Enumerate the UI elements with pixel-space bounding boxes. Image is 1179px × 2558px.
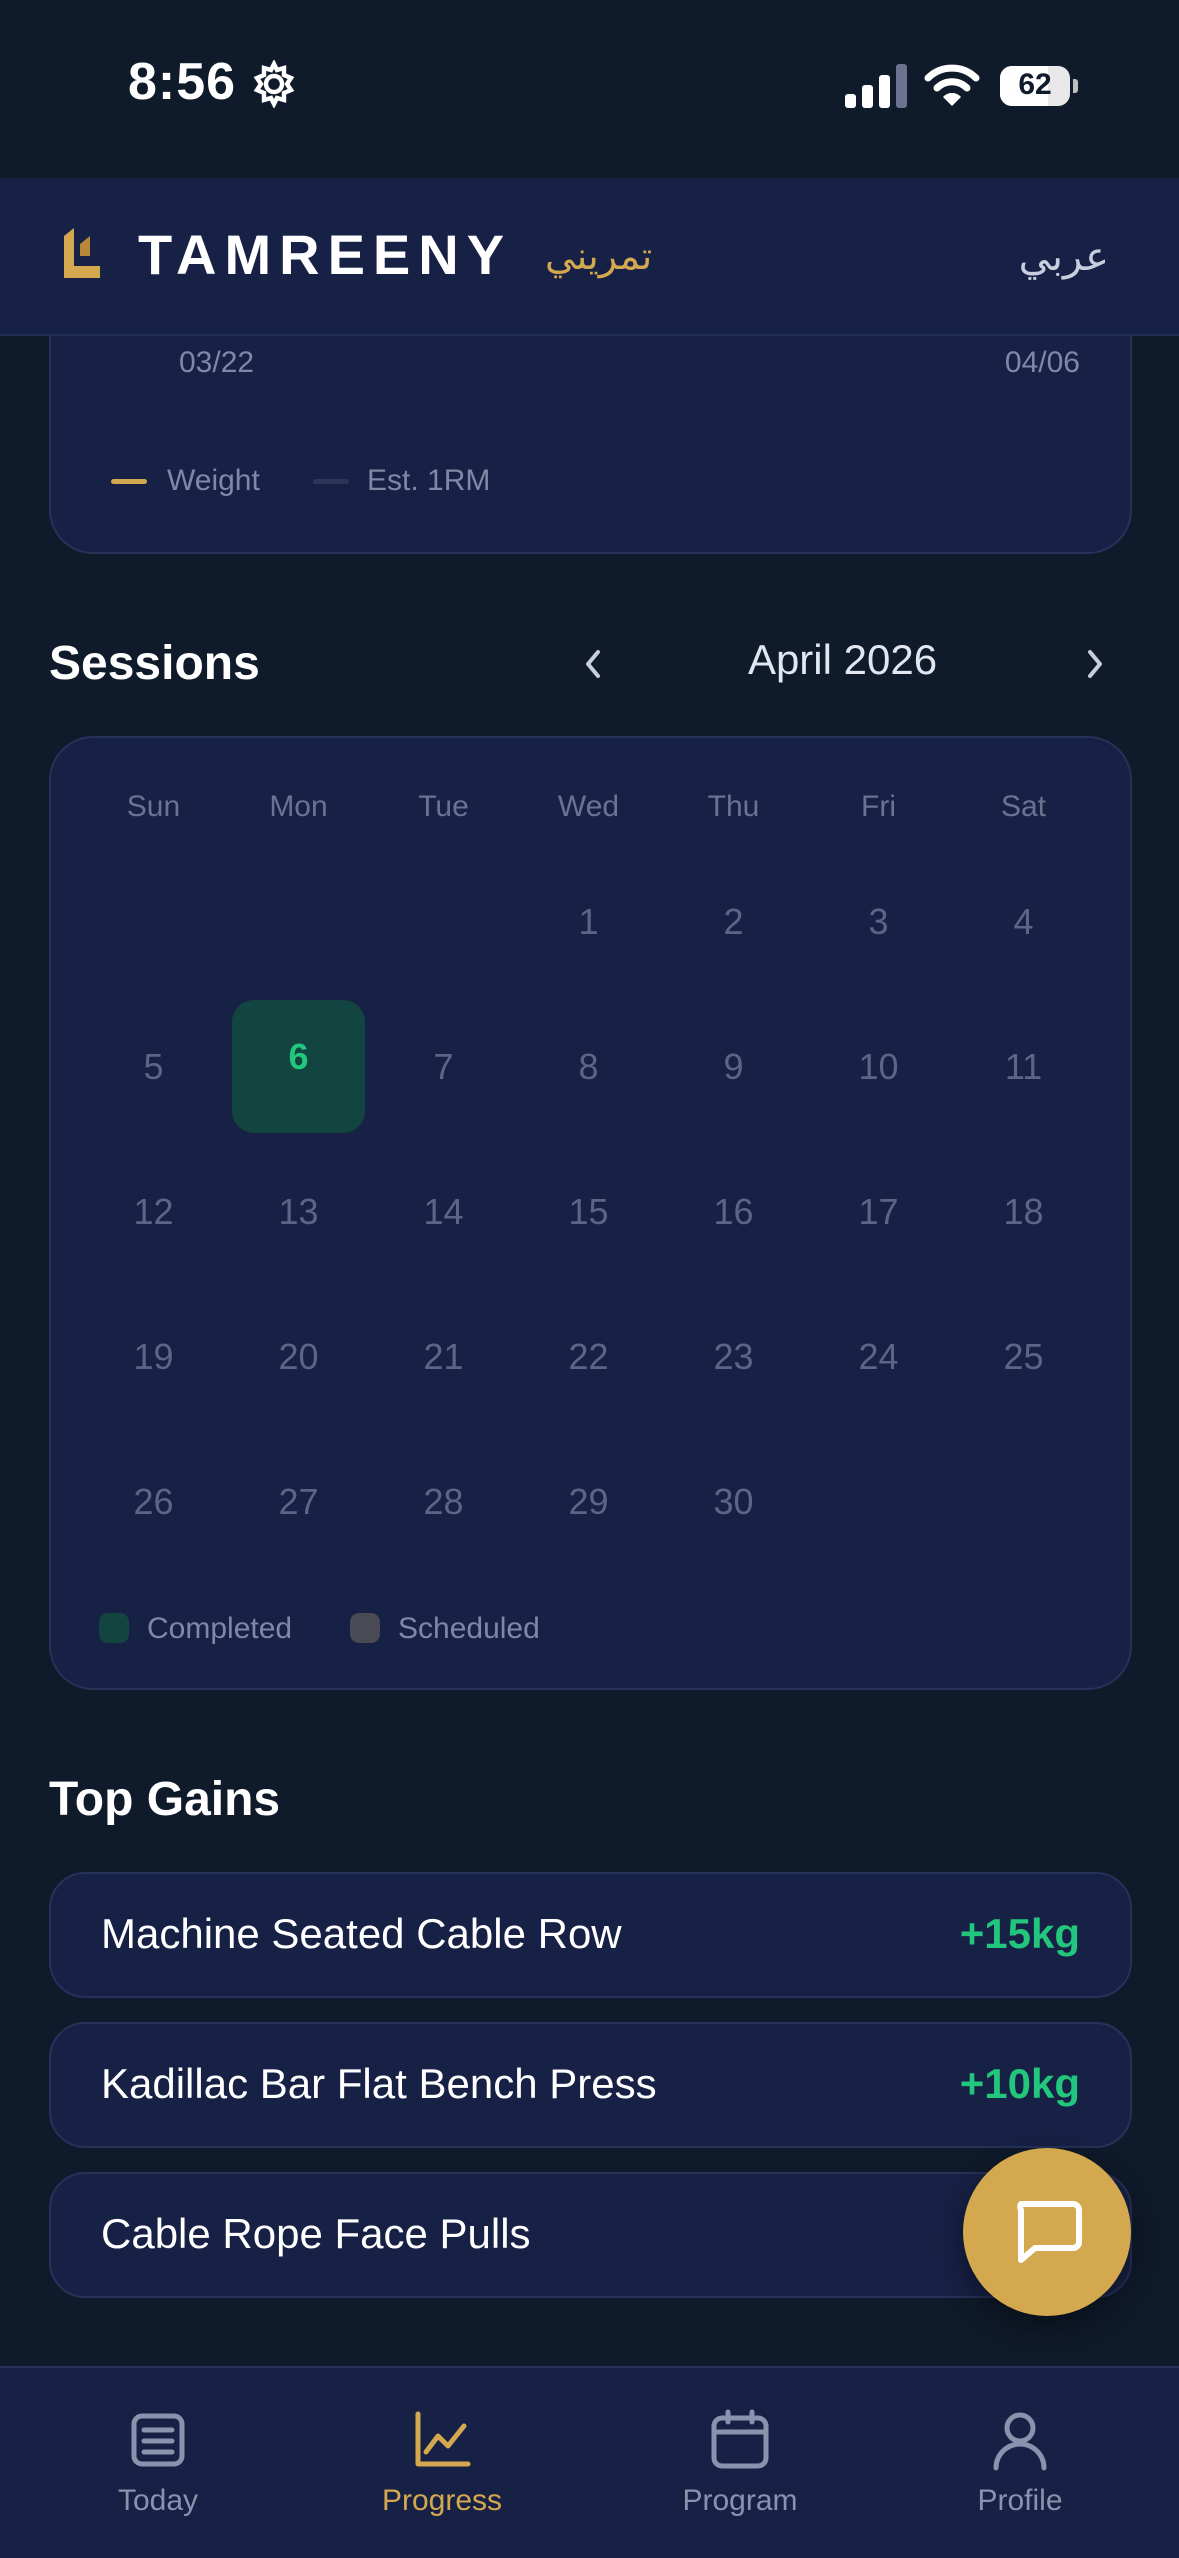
calendar-day[interactable]: 19 [81, 1327, 226, 1387]
calendar-day[interactable]: 20 [226, 1327, 371, 1387]
calendar-day[interactable]: 18 [951, 1182, 1096, 1242]
user-profile-icon [993, 2412, 1047, 2471]
bottom-navigation: Today Progress Program Profile [0, 2366, 1179, 2558]
calendar-day[interactable]: 21 [371, 1327, 516, 1387]
status-bar: 8:56 62 [0, 0, 1179, 178]
wifi-icon [924, 64, 980, 106]
today-list-icon [131, 2413, 185, 2467]
settings-gear-icon [253, 60, 295, 108]
status-time: 8:56 [128, 53, 237, 111]
calendar-day[interactable]: 30 [661, 1472, 806, 1532]
chevron-right-icon[interactable] [1080, 644, 1110, 684]
calendar-day[interactable]: 11 [951, 1037, 1096, 1097]
brand-name: TAMREENY [138, 223, 513, 286]
weekday-sun: Sun [126, 790, 181, 823]
legend-weight: Weight [167, 464, 260, 497]
calendar-day[interactable]: 16 [661, 1182, 806, 1242]
nav-today[interactable]: Today [58, 2408, 258, 2518]
battery-level-text: 62 [1018, 68, 1052, 101]
nav-progress[interactable]: Progress [342, 2408, 542, 2518]
top-gains-title: Top Gains [49, 1773, 281, 1826]
nav-program[interactable]: Program [640, 2408, 840, 2518]
calendar-day[interactable]: 4 [951, 892, 1096, 952]
calendar-day[interactable]: 1 [516, 892, 661, 952]
nav-label: Profile [977, 2484, 1063, 2517]
chat-button[interactable] [963, 2148, 1131, 2316]
calendar-day[interactable]: 29 [516, 1472, 661, 1532]
calendar-day[interactable]: 13 [226, 1182, 371, 1242]
calendar-day[interactable]: 27 [226, 1472, 371, 1532]
top-gain-item[interactable]: Kadillac Bar Flat Bench Press +10kg [49, 2022, 1132, 2148]
legend-scheduled-swatch [350, 1613, 380, 1643]
nav-label: Progress [381, 2484, 503, 2517]
legend-est-1rm: Est. 1RM [367, 464, 491, 497]
nav-label: Program [682, 2484, 798, 2517]
nav-label: Today [117, 2484, 199, 2517]
calendar-day-completed[interactable]: 6 [232, 1036, 365, 1078]
calendar-day[interactable]: 23 [661, 1327, 806, 1387]
brand-name-arabic: تمريني [545, 236, 653, 278]
calendar-day[interactable]: 14 [371, 1182, 516, 1242]
calendar-day[interactable]: 12 [81, 1182, 226, 1242]
weekday-fri: Fri [861, 790, 896, 823]
chart-x-start-label: 03/22 [179, 346, 255, 379]
calendar-day[interactable]: 10 [806, 1037, 951, 1097]
calendar-day[interactable]: 22 [516, 1327, 661, 1387]
calendar-day[interactable]: 3 [806, 892, 951, 952]
chevron-left-icon[interactable] [578, 644, 608, 684]
gain-value: +10kg [959, 2060, 1080, 2107]
weekday-thu: Thu [707, 790, 760, 823]
language-toggle[interactable]: عربي [1019, 234, 1109, 280]
exercise-name: Cable Rope Face Pulls [101, 2210, 531, 2257]
top-gain-item[interactable]: Machine Seated Cable Row +15kg [49, 1872, 1132, 1998]
calendar-day[interactable]: 5 [81, 1037, 226, 1097]
exercise-name: Kadillac Bar Flat Bench Press [101, 2060, 657, 2107]
chart-x-end-label: 04/06 [1004, 346, 1080, 379]
month-label: April 2026 [747, 636, 938, 683]
legend-completed: Completed [147, 1612, 293, 1645]
chat-bubble-icon [1017, 2201, 1082, 2263]
sessions-title: Sessions [49, 637, 260, 690]
weekday-tue: Tue [418, 790, 469, 823]
chart-line-icon [415, 2411, 471, 2467]
battery-icon: 62 [1000, 66, 1078, 106]
calendar-day[interactable]: 17 [806, 1182, 951, 1242]
gain-value: +15kg [959, 1910, 1080, 1957]
weekday-wed: Wed [557, 790, 620, 823]
nav-profile[interactable]: Profile [920, 2408, 1120, 2518]
calendar-day[interactable]: 24 [806, 1327, 951, 1387]
calendar-day[interactable]: 28 [371, 1472, 516, 1532]
legend-weight-swatch [111, 479, 147, 484]
app-header: TAMREENY تمريني عربي [0, 178, 1179, 336]
cellular-signal-icon [845, 64, 907, 108]
calendar-day[interactable]: 9 [661, 1037, 806, 1097]
legend-completed-swatch [99, 1613, 129, 1643]
legend-1rm-swatch [313, 479, 349, 484]
tamreeny-logo-icon [64, 228, 100, 278]
weekday-sat: Sat [1000, 790, 1047, 823]
exercise-name: Machine Seated Cable Row [101, 1910, 622, 1957]
calendar-day[interactable]: 2 [661, 892, 806, 952]
calendar-day[interactable]: 7 [371, 1037, 516, 1097]
calendar-icon [711, 2409, 769, 2469]
weekday-mon: Mon [269, 790, 328, 823]
calendar-day[interactable]: 8 [516, 1037, 661, 1097]
calendar-day[interactable]: 25 [951, 1327, 1096, 1387]
calendar-day[interactable]: 15 [516, 1182, 661, 1242]
legend-scheduled: Scheduled [398, 1612, 540, 1645]
calendar-day[interactable]: 26 [81, 1472, 226, 1532]
